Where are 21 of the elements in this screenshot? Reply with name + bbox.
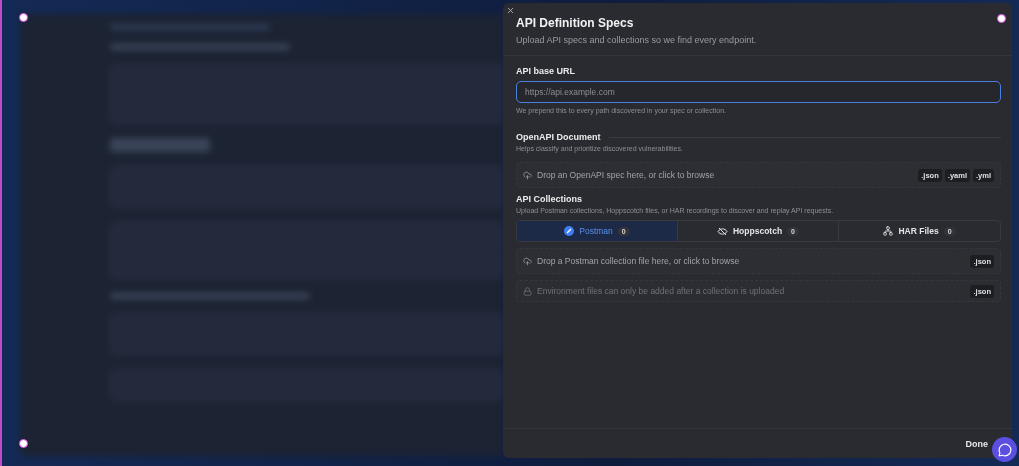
section-title: API Collections	[516, 194, 582, 204]
dropzone-text: Environment files can only be added after a collection is uploaded	[537, 286, 786, 296]
marker-dot-icon	[19, 13, 28, 22]
marker-dot-icon	[19, 439, 28, 448]
cloud-upload-icon	[523, 170, 532, 180]
eye-slash-icon	[717, 226, 728, 236]
dropzone-text: Drop an OpenAPI spec here, or click to browse	[537, 170, 716, 180]
marker-dot-icon	[997, 14, 1006, 23]
close-icon	[505, 5, 515, 15]
panel-title: API Definition Specs	[516, 16, 635, 30]
field-label: API base URL	[516, 66, 576, 76]
done-button[interactable]: Done	[965, 435, 988, 452]
dropzone-text: Drop a Postman collection file here, or click to browse	[537, 256, 741, 266]
cloud-upload-icon	[523, 256, 532, 266]
network-icon	[883, 226, 894, 236]
section-title: OpenAPI Document	[516, 132, 601, 142]
base-url-field[interactable]: https://api.example.com	[516, 81, 1001, 103]
lock-icon	[523, 286, 532, 296]
panel-subtitle: Upload API specs and collections so we find every endpoint.	[516, 35, 758, 45]
chat-icon	[997, 442, 1012, 457]
chat-button[interactable]	[992, 437, 1017, 462]
